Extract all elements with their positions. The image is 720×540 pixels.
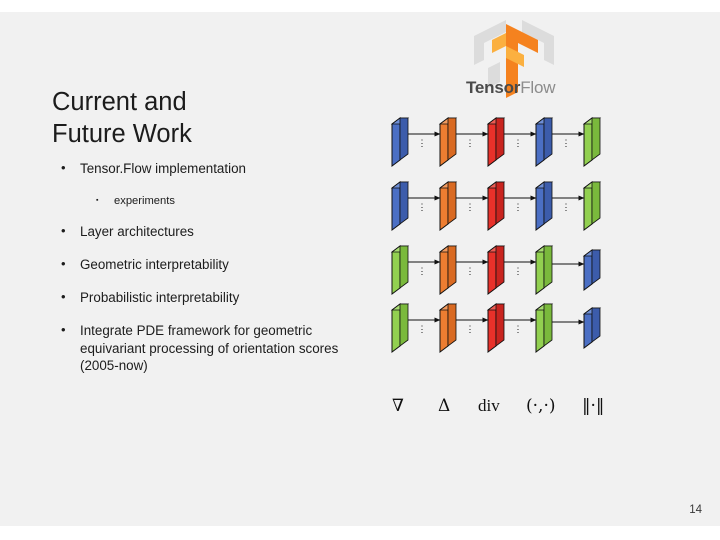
svg-text:⋮: ⋮ bbox=[418, 324, 427, 334]
tensorflow-wordmark: TensorFlow bbox=[466, 78, 556, 98]
bullet-item-2: experiments bbox=[52, 193, 372, 209]
page-number: 14 bbox=[689, 504, 702, 516]
svg-text:⋮: ⋮ bbox=[466, 202, 475, 212]
svg-text:⋮: ⋮ bbox=[562, 138, 571, 148]
diagram-row-1: ⋮ ⋮ ⋮ ⋮ bbox=[390, 117, 602, 167]
bullet-list: Tensor.Flow implementation experiments L… bbox=[52, 159, 372, 390]
diagram-row-4: ⋮ ⋮ ⋮ bbox=[390, 303, 602, 353]
diagram-row-3: ⋮ ⋮ ⋮ bbox=[390, 245, 602, 295]
operator-row: ∇ Δ div (·,·) ‖·‖ bbox=[386, 396, 666, 426]
bullet-item-5: Probabilistic interpretability bbox=[52, 288, 372, 307]
svg-text:⋮: ⋮ bbox=[418, 266, 427, 276]
title-line-2: Future Work bbox=[52, 120, 192, 148]
svg-text:⋮: ⋮ bbox=[514, 202, 523, 212]
neural-network-layer-diagram: ⋮ ⋮ ⋮ ⋮ ⋮ ⋮ ⋮ ⋮ ⋮ ⋮ ⋮ ⋮ ⋮ ⋮ bbox=[378, 112, 648, 372]
bullet-item-3: Layer architectures bbox=[52, 222, 372, 241]
svg-text:⋮: ⋮ bbox=[514, 266, 523, 276]
svg-text:⋮: ⋮ bbox=[466, 138, 475, 148]
inner-product-symbol: (·,·) bbox=[526, 396, 556, 416]
svg-text:⋮: ⋮ bbox=[466, 266, 475, 276]
wordmark-bold: Tensor bbox=[466, 78, 521, 97]
page-title: Current and Future Work bbox=[52, 86, 352, 150]
norm-symbol: ‖·‖ bbox=[582, 396, 605, 416]
diagram-row-2: ⋮ ⋮ ⋮ ⋮ bbox=[390, 181, 602, 231]
laplacian-symbol: Δ bbox=[438, 396, 451, 416]
svg-text:⋮: ⋮ bbox=[562, 202, 571, 212]
slide: Current and Future Work Tensor.Flow impl… bbox=[0, 0, 720, 540]
svg-text:⋮: ⋮ bbox=[466, 324, 475, 334]
svg-text:⋮: ⋮ bbox=[514, 138, 523, 148]
bullet-item-1: Tensor.Flow implementation bbox=[52, 159, 372, 178]
svg-text:⋮: ⋮ bbox=[514, 324, 523, 334]
diagram-svg: ⋮ ⋮ ⋮ ⋮ ⋮ ⋮ ⋮ ⋮ ⋮ ⋮ ⋮ ⋮ ⋮ ⋮ bbox=[390, 117, 602, 353]
svg-text:⋮: ⋮ bbox=[418, 202, 427, 212]
wordmark-light: Flow bbox=[520, 78, 556, 97]
top-white-band bbox=[0, 0, 720, 12]
bottom-white-band bbox=[0, 526, 720, 540]
svg-text:⋮: ⋮ bbox=[418, 138, 427, 148]
bullet-item-4: Geometric interpretability bbox=[52, 255, 372, 274]
nabla-symbol: ∇ bbox=[392, 396, 404, 416]
bullet-item-6: Integrate PDE framework for geometric eq… bbox=[52, 321, 372, 375]
divergence-symbol: div bbox=[478, 396, 500, 415]
title-line-1: Current and bbox=[52, 88, 187, 116]
